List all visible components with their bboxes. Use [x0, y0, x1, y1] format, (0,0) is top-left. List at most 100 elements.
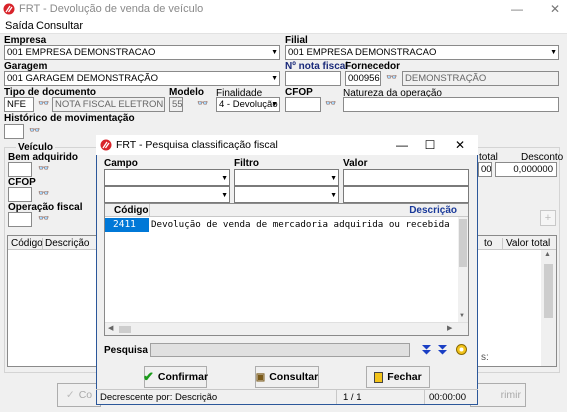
total-value: 000	[481, 164, 492, 175]
campo-select-1[interactable]: ▼	[104, 169, 230, 186]
finalidade-value: 4 - Devolução	[219, 99, 278, 110]
confirmar-label: Confirmar	[157, 371, 209, 383]
grid-header: Código Descrição	[105, 204, 468, 217]
veiculo-cfop-input[interactable]	[8, 187, 32, 202]
campo-select-2[interactable]: ▼	[104, 186, 230, 203]
sort-descending-icon[interactable]	[421, 344, 432, 356]
modelo-field: 55	[169, 97, 183, 112]
natureza-input[interactable]	[343, 97, 559, 112]
fornecedor-name: DEMONSTRAÇÃO	[405, 73, 487, 84]
fechar-button[interactable]: Fechar	[366, 366, 430, 388]
consultar-label: Consultar	[269, 371, 319, 383]
chevron-down-icon: ▼	[221, 192, 228, 199]
fornecedor-code: 000956	[348, 73, 380, 84]
garagem-select[interactable]: 001 GARAGEM DEMONSTRAÇÃO ▼	[4, 71, 280, 86]
consultar-button[interactable]: ▣ Consultar	[255, 366, 319, 388]
bem-adquirido-input[interactable]	[8, 162, 32, 177]
historico-input[interactable]	[4, 124, 24, 139]
menu-saida[interactable]: Saída	[5, 20, 34, 32]
binoculars-icon[interactable]: 👓	[35, 96, 53, 112]
filtro-select-2[interactable]: ▼	[234, 186, 339, 203]
dialog-status-bar: Decrescente por: Descrição 1 / 1 00:00:0…	[96, 389, 478, 404]
grid-hscrollbar[interactable]: ◀ ▶	[105, 322, 468, 335]
filtro-select-1[interactable]: ▼	[234, 169, 339, 186]
chevron-down-icon: ▼	[330, 175, 337, 182]
exit-door-icon	[374, 371, 384, 383]
menu-bar: Saída Consultar	[0, 18, 567, 34]
settings-gear-icon[interactable]	[455, 343, 468, 356]
finalidade-select[interactable]: 4 - Devolução ▼	[216, 97, 280, 112]
binoculars-icon[interactable]: 👓	[322, 96, 340, 112]
tipo-code-input[interactable]: NFE	[4, 97, 34, 112]
scroll-thumb[interactable]	[544, 264, 553, 318]
binoculars-icon[interactable]: 👓	[194, 96, 212, 112]
empresa-select[interactable]: 001 EMPRESA DEMONSTRACAO ▼	[4, 45, 280, 60]
status-divider	[336, 390, 337, 404]
grid-hscroll-thumb[interactable]	[119, 326, 131, 333]
total-field: 000	[478, 162, 492, 177]
chevron-down-icon: ▼	[271, 49, 278, 56]
status-time: 00:00:00	[429, 392, 466, 403]
chevron-down-icon: ▼	[330, 192, 337, 199]
filial-value: 001 EMPRESA DEMONSTRACAO	[288, 47, 437, 58]
historico-label: Histórico de movimentação	[4, 113, 135, 124]
sort-toggle-icon[interactable]	[437, 344, 448, 356]
col-codigo: Código	[11, 238, 43, 249]
imprimir-label: rimir	[500, 389, 521, 401]
binoculars-icon[interactable]: 👓	[35, 211, 53, 227]
menu-consultar[interactable]: Consultar	[36, 20, 83, 32]
desconto-value: 0,000000	[513, 164, 553, 175]
chevron-down-icon: ▼	[221, 175, 228, 182]
fornecedor-code-input[interactable]: 000956	[345, 71, 381, 86]
results-grid: Código Descrição 2411 Devolução de venda…	[104, 203, 469, 336]
scroll-right-icon[interactable]: ▶	[447, 324, 452, 332]
check-icon: ✓	[65, 389, 75, 401]
filial-select[interactable]: 001 EMPRESA DEMONSTRACAO ▼	[285, 45, 559, 60]
pesquisa-input[interactable]	[150, 343, 410, 357]
binoculars-icon[interactable]: 👓	[35, 186, 53, 202]
grid-col-descricao[interactable]: Descrição	[409, 205, 457, 216]
filtro-label: Filtro	[234, 158, 259, 169]
scroll-left-icon[interactable]: ◀	[108, 324, 113, 332]
chevron-down-icon: ▼	[271, 101, 278, 108]
grid-vscrollbar[interactable]: ▼	[458, 217, 468, 322]
imprimir-button[interactable]: rimir	[470, 383, 526, 407]
printer-icon: ▣	[255, 371, 266, 383]
grid-vscroll-thumb[interactable]	[459, 219, 467, 267]
side-text: s:	[481, 352, 489, 363]
scroll-up-icon[interactable]: ▲	[544, 251, 551, 258]
dialog-minimize-button[interactable]: —	[390, 136, 414, 154]
binoculars-icon[interactable]: 👓	[383, 70, 401, 86]
cfop-input[interactable]	[285, 97, 321, 112]
dialog-maximize-button[interactable]: ☐	[418, 136, 442, 154]
dialog-close-button[interactable]: ✕	[448, 136, 472, 154]
chevron-down-icon: ▼	[271, 75, 278, 82]
row-codigo: 2411	[113, 219, 136, 230]
scroll-down-icon[interactable]: ▼	[459, 313, 465, 319]
minimize-button[interactable]: —	[505, 0, 529, 18]
operacao-fiscal-input[interactable]	[8, 212, 32, 227]
status-sort: Decrescente por: Descrição	[100, 392, 218, 403]
col-descricao: Descrição	[42, 238, 89, 249]
status-divider	[424, 390, 425, 404]
close-button[interactable]: ✕	[543, 0, 567, 18]
binoculars-icon[interactable]: 👓	[35, 161, 53, 177]
tipo-name-field: NOTA FISCAL ELETRONICA	[52, 97, 165, 112]
confirmar-button[interactable]: ✔ Confirmar	[143, 366, 209, 388]
desconto-field[interactable]: 0,000000	[495, 162, 557, 177]
grid-col-codigo[interactable]: Código	[114, 205, 148, 216]
confirmar-main-button[interactable]: ✓ Co	[57, 383, 101, 407]
modelo-value: 55	[172, 99, 183, 110]
items-scrollbar[interactable]: ▲	[541, 250, 556, 366]
dialog-title: FRT - Pesquisa classificação fiscal	[116, 139, 278, 151]
add-icon[interactable]: +	[540, 210, 556, 226]
valor-input-2[interactable]	[343, 186, 469, 203]
table-row[interactable]: 2411 Devolução de venda de mercadoria ad…	[105, 218, 458, 232]
empresa-value: 001 EMPRESA DEMONSTRACAO	[7, 47, 156, 58]
tipo-code: NFE	[7, 99, 26, 110]
tipo-name: NOTA FISCAL ELETRONICA	[55, 99, 164, 110]
nota-fiscal-input[interactable]	[285, 71, 341, 86]
valor-input-1[interactable]	[343, 169, 469, 186]
binoculars-icon[interactable]: 👓	[26, 123, 44, 139]
pesquisa-label: Pesquisa	[104, 345, 148, 356]
